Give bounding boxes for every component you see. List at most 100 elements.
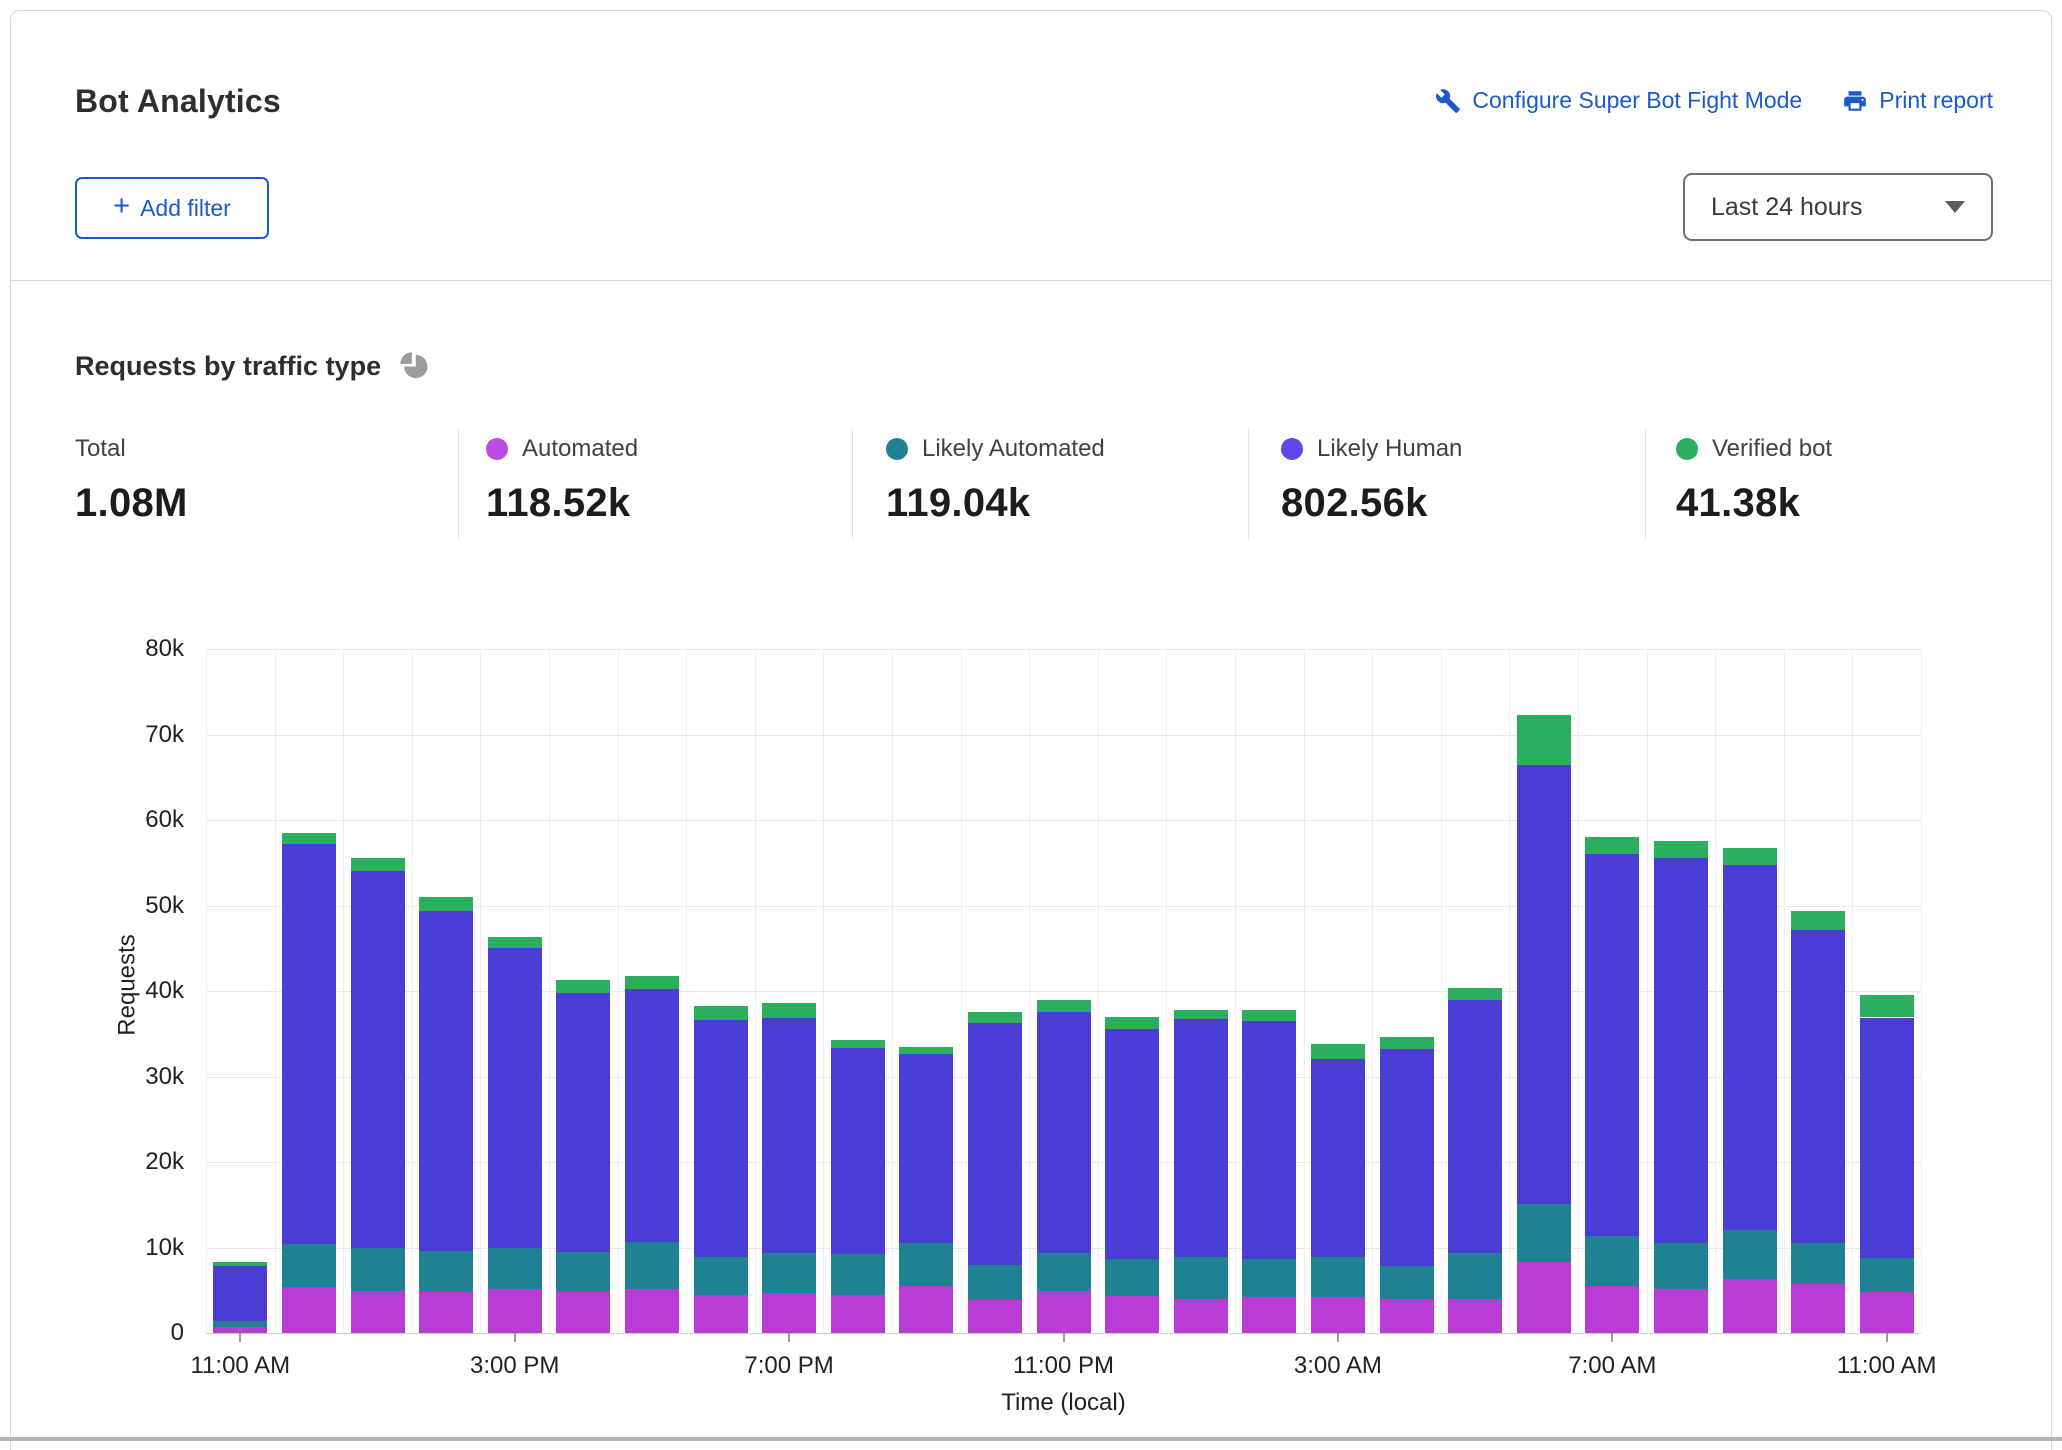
bar-segment-automated (488, 1289, 542, 1333)
bar-segment-likely_automated (1791, 1243, 1845, 1284)
plus-icon: + (113, 192, 130, 221)
bar-segment-likely_automated (282, 1244, 336, 1287)
legend-dot-likely_automated (886, 438, 908, 460)
bar-segment-likely_automated (1037, 1253, 1091, 1291)
bar-segment-verified_bot (1174, 1010, 1228, 1019)
add-filter-button[interactable]: + Add filter (75, 177, 269, 239)
bar-segment-likely_human (1380, 1049, 1434, 1266)
configure-super-bot-fight-mode-link[interactable]: Configure Super Bot Fight Mode (1435, 87, 1802, 114)
bar-segment-likely_automated (831, 1254, 885, 1294)
header-divider (11, 280, 2051, 281)
bar-segment-automated (1037, 1291, 1091, 1333)
bar-segment-likely_automated (488, 1248, 542, 1288)
bar-segment-likely_human (1860, 1018, 1914, 1258)
bar-segment-automated (1654, 1289, 1708, 1333)
bar-segment-verified_bot (625, 976, 679, 990)
bar-segment-verified_bot (213, 1262, 267, 1266)
bar-segment-likely_human (351, 871, 405, 1248)
bar-segment-likely_automated (625, 1242, 679, 1290)
bar-segment-likely_automated (1105, 1259, 1159, 1296)
page-title: Bot Analytics (75, 83, 281, 120)
stat-label: Automated (522, 435, 638, 463)
print-report-link[interactable]: Print report (1842, 87, 1993, 114)
bot-analytics-card: Bot Analytics Configure Super Bot Fight … (10, 10, 2052, 1450)
bar-segment-automated (762, 1293, 816, 1333)
bar-segment-verified_bot (419, 897, 473, 911)
stat-label: Likely Automated (922, 435, 1105, 463)
bar-segment-likely_human (488, 948, 542, 1248)
stat-value: 118.52k (486, 481, 852, 526)
stat-value: 41.38k (1676, 481, 2010, 526)
bar-segment-likely_human (625, 989, 679, 1241)
bar-segment-likely_human (899, 1054, 953, 1243)
bar-segment-verified_bot (1380, 1037, 1434, 1049)
bar-segment-verified_bot (694, 1006, 748, 1020)
y-tick-label: 30k (86, 1062, 184, 1092)
bar-segment-likely_automated (419, 1251, 473, 1292)
bar-segment-likely_automated (1723, 1230, 1777, 1280)
bar-segment-automated (419, 1292, 473, 1333)
legend-dot-likely_human (1281, 438, 1303, 460)
bar-segment-likely_automated (968, 1265, 1022, 1300)
y-tick-label: 0 (86, 1318, 184, 1348)
x-tick-mark (1886, 1333, 1888, 1342)
x-tick-mark (1063, 1333, 1065, 1342)
pie-chart-icon (399, 351, 430, 382)
bar-segment-likely_human (1174, 1019, 1228, 1257)
vertical-gridline (1921, 649, 1922, 1333)
bar-segment-verified_bot (831, 1040, 885, 1049)
bar-segment-likely_human (1448, 1000, 1502, 1252)
y-tick-label: 20k (86, 1147, 184, 1177)
bar-segment-automated (625, 1289, 679, 1333)
bar-segment-likely_human (831, 1048, 885, 1254)
print-link-label: Print report (1879, 87, 1993, 114)
bar-segment-likely_automated (1174, 1257, 1228, 1299)
legend-dot-verified_bot (1676, 438, 1698, 460)
bar-segment-verified_bot (1860, 995, 1914, 1017)
bar-segment-verified_bot (899, 1047, 953, 1054)
bar-segment-automated (1860, 1292, 1914, 1333)
x-tick-label: 11:00 AM (1797, 1351, 1977, 1381)
horizontal-gridline (206, 649, 1921, 650)
bar-segment-likely_automated (351, 1248, 405, 1291)
stat-likely_automated: Likely Automated119.04k (852, 429, 1248, 540)
wrench-icon (1435, 88, 1461, 114)
bar-segment-likely_human (556, 993, 610, 1252)
bar-segment-likely_human (282, 844, 336, 1244)
bar-segment-likely_automated (1585, 1236, 1639, 1286)
bar-segment-verified_bot (1037, 1000, 1091, 1011)
time-range-select[interactable]: Last 24 hours (1683, 173, 1993, 241)
stat-value: 802.56k (1281, 481, 1645, 526)
bar-segment-automated (1174, 1299, 1228, 1333)
bar-segment-automated (1585, 1286, 1639, 1333)
bar-segment-likely_human (762, 1018, 816, 1253)
bar-segment-automated (1105, 1296, 1159, 1333)
stat-verified_bot: Verified bot41.38k (1645, 429, 2010, 540)
section-title-row: Requests by traffic type (75, 351, 430, 382)
bar-segment-likely_human (968, 1023, 1022, 1265)
bar-segment-likely_human (1654, 858, 1708, 1244)
printer-icon (1842, 88, 1868, 114)
bar-segment-automated (1380, 1299, 1434, 1333)
bar-segment-verified_bot (1585, 837, 1639, 854)
bar-segment-likely_automated (1380, 1266, 1434, 1298)
bar-segment-automated (282, 1287, 336, 1333)
bar-segment-verified_bot (1654, 841, 1708, 858)
bar-segment-likely_human (694, 1020, 748, 1257)
horizontal-gridline (206, 820, 1921, 821)
bar-segment-automated (1448, 1299, 1502, 1333)
bar-segment-automated (899, 1286, 953, 1333)
bar-segment-likely_automated (1654, 1243, 1708, 1288)
bar-segment-verified_bot (1105, 1017, 1159, 1029)
bar-segment-verified_bot (282, 833, 336, 844)
stat-label: Likely Human (1317, 435, 1462, 463)
bar-segment-likely_automated (213, 1321, 267, 1327)
bar-segment-likely_automated (899, 1243, 953, 1286)
bar-segment-likely_automated (1860, 1258, 1914, 1292)
bar-segment-likely_human (419, 911, 473, 1251)
y-tick-label: 80k (86, 634, 184, 664)
horizontal-gridline (206, 735, 1921, 736)
bar-segment-automated (351, 1291, 405, 1333)
y-tick-label: 60k (86, 805, 184, 835)
add-filter-label: Add filter (140, 195, 231, 222)
